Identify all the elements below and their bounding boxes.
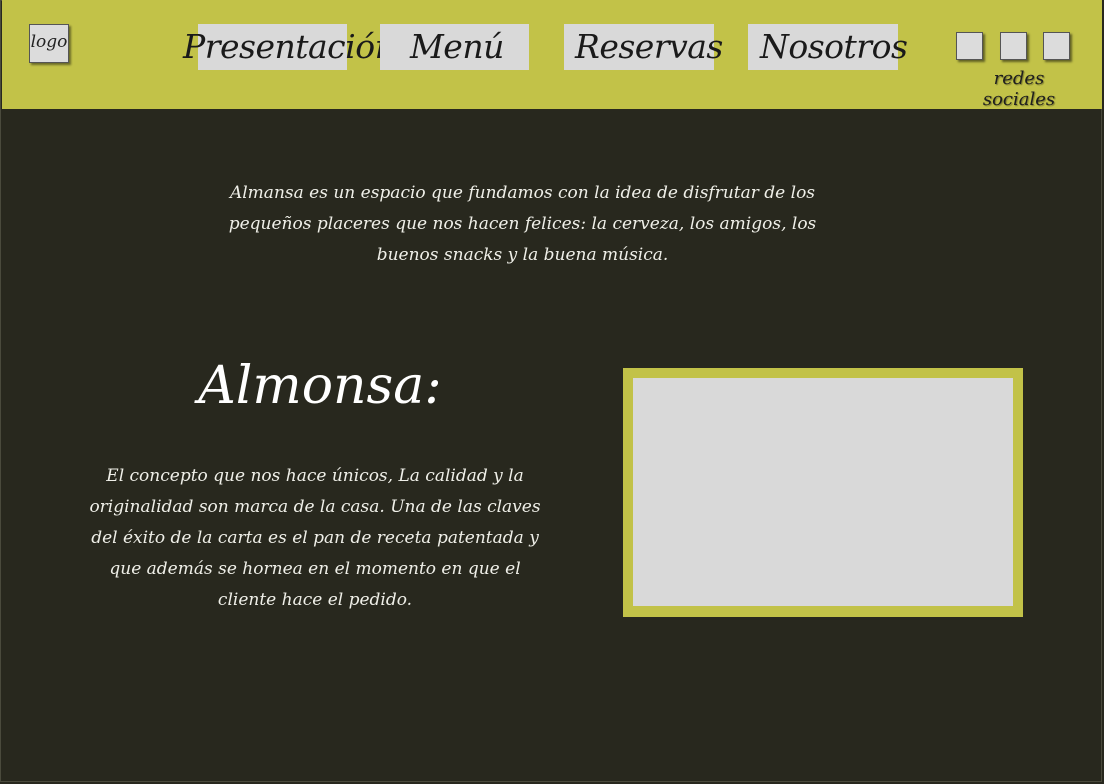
logo[interactable]: logo (29, 24, 69, 63)
social-label: redes sociales (982, 68, 1056, 110)
image-placeholder (633, 378, 1013, 606)
nav-item-reservas[interactable]: Reservas (575, 24, 723, 70)
intro-text: Almansa es un espacio que fundamos con l… (228, 183, 817, 265)
image-frame (623, 368, 1023, 617)
header-bar: logo Presentación Menú Reservas Nosotros… (2, 0, 1102, 110)
nav-item-nosotros[interactable]: Nosotros (760, 24, 908, 70)
social-icon-3[interactable] (1043, 32, 1070, 60)
concept-text: El concepto que nos hace únicos, La cali… (89, 466, 541, 610)
section-title: Almonsa: (198, 356, 442, 416)
nav-item-menu[interactable]: Menú (410, 24, 504, 70)
social-icon-2[interactable] (1000, 32, 1027, 60)
social-icon-1[interactable] (956, 32, 983, 60)
nav-item-presentacion[interactable]: Presentación (183, 24, 396, 70)
